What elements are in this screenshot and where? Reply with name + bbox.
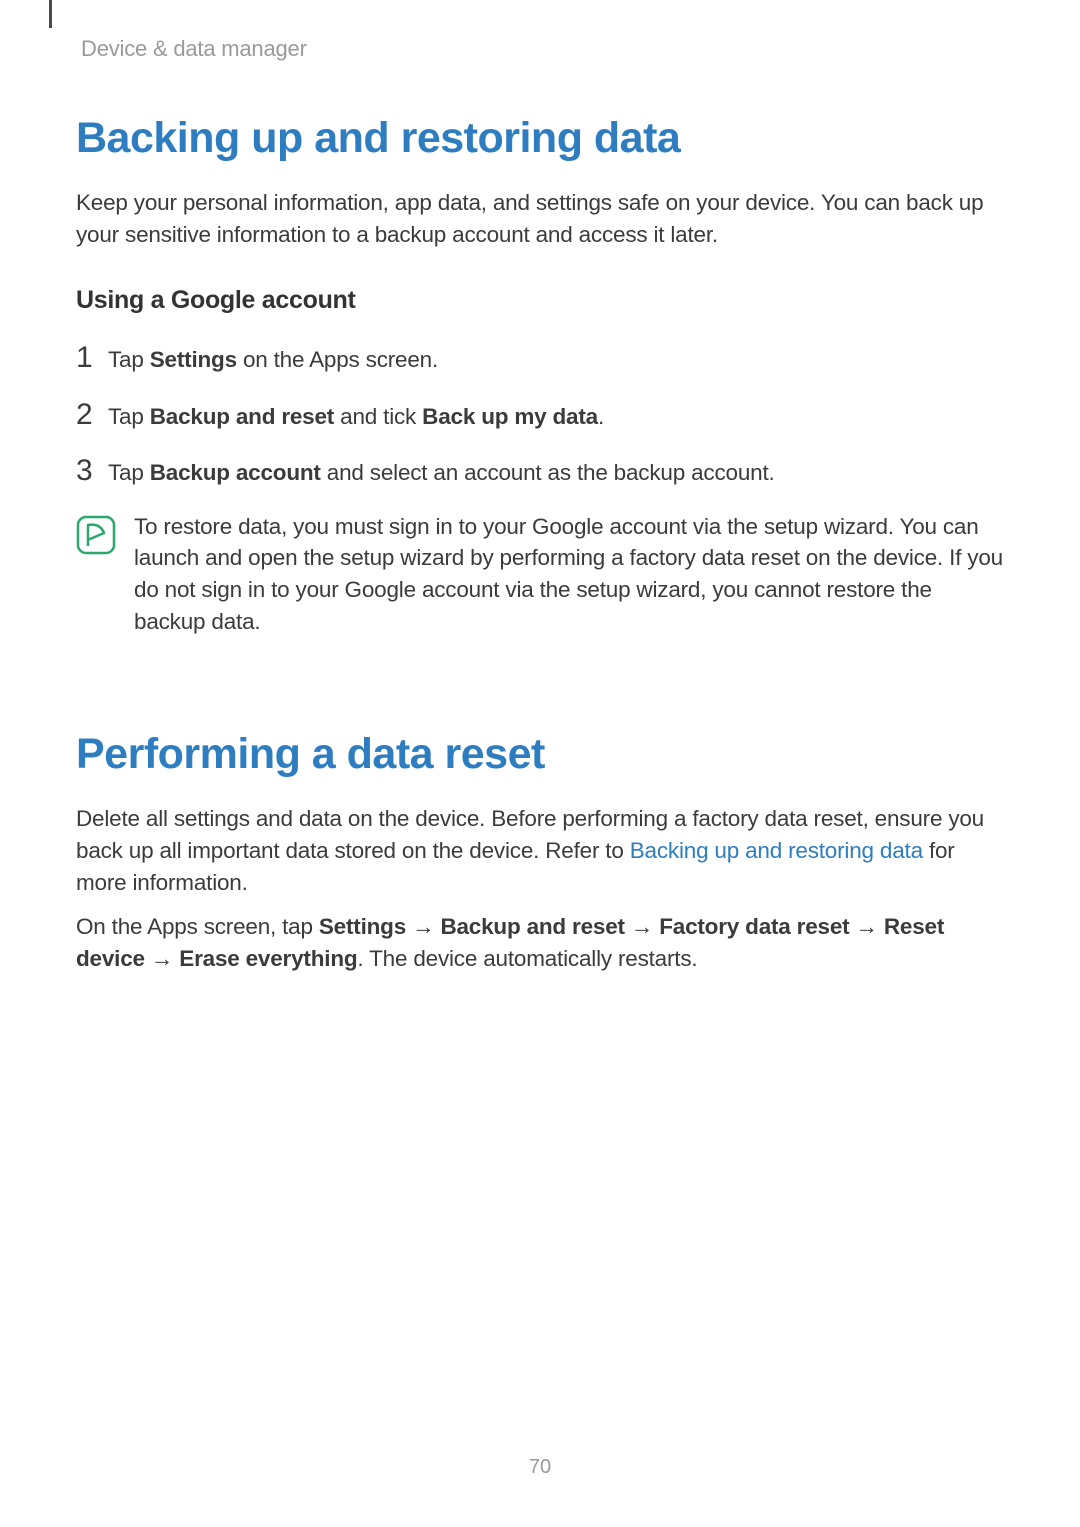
step-text: Tap Settings on the Apps screen. (108, 344, 438, 376)
step-1: 1 Tap Settings on the Apps screen. (76, 341, 1004, 376)
step-number: 2 (76, 398, 108, 432)
note-icon (76, 515, 116, 555)
step-number: 1 (76, 341, 108, 375)
page-number: 70 (0, 1456, 1080, 1479)
breadcrumb: Device & data manager (81, 36, 1004, 62)
section-reset: Performing a data reset Delete all setti… (76, 730, 1004, 975)
section-title-backup: Backing up and restoring data (76, 114, 1004, 163)
page-container: Device & data manager Backing up and res… (0, 0, 1080, 1527)
reset-para-2: On the Apps screen, tap Settings → Backu… (76, 911, 1004, 975)
section-intro: Keep your personal information, app data… (76, 187, 1004, 250)
step-number: 3 (76, 454, 108, 488)
link-backup-restore[interactable]: Backing up and restoring data (630, 838, 923, 863)
note-row: To restore data, you must sign in to you… (76, 511, 1004, 639)
step-text: Tap Backup and reset and tick Back up my… (108, 401, 604, 433)
note-text: To restore data, you must sign in to you… (134, 511, 1004, 639)
section-title-reset: Performing a data reset (76, 730, 1004, 779)
reset-para-1: Delete all settings and data on the devi… (76, 803, 1004, 899)
step-text: Tap Backup account and select an account… (108, 457, 775, 489)
subheading-google: Using a Google account (76, 286, 1004, 315)
step-2: 2 Tap Backup and reset and tick Back up … (76, 398, 1004, 433)
step-3: 3 Tap Backup account and select an accou… (76, 454, 1004, 489)
